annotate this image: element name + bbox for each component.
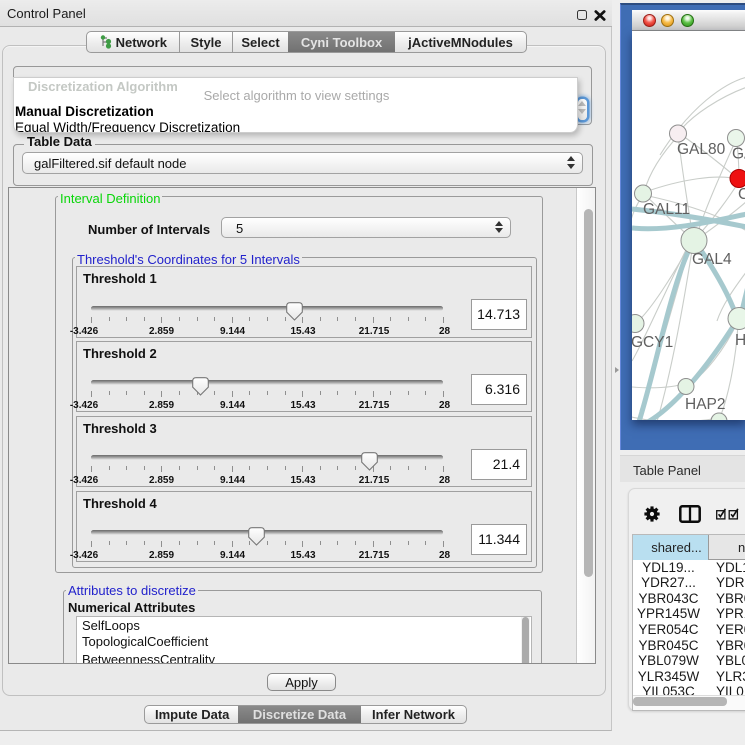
svg-text:C: C bbox=[738, 186, 745, 203]
svg-text:GAL80: GAL80 bbox=[677, 141, 726, 158]
svg-text:GA: GA bbox=[732, 146, 745, 163]
svg-text:H: H bbox=[735, 332, 745, 349]
svg-text:HAP2: HAP2 bbox=[685, 396, 726, 413]
svg-text:GAL4: GAL4 bbox=[692, 251, 732, 268]
svg-text:GCY1: GCY1 bbox=[632, 334, 673, 351]
svg-text:GAL11: GAL11 bbox=[643, 201, 690, 218]
